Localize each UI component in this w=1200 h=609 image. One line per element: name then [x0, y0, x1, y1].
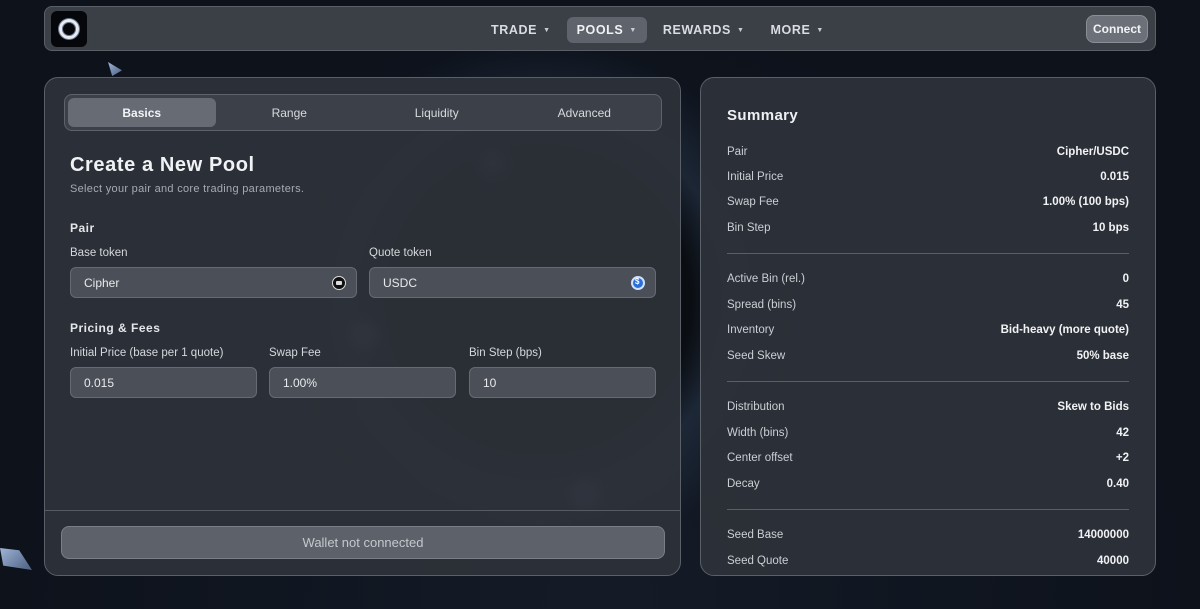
menu-rewards[interactable]: REWARDS ▼: [653, 17, 755, 43]
summary-value: 0.015: [1100, 171, 1129, 183]
logo-ring-icon: [59, 19, 79, 39]
summary-row: Decay 0.40: [727, 476, 1129, 492]
summary-value: 0.40: [1106, 478, 1129, 490]
summary-value: 40000: [1097, 555, 1129, 567]
summary-key: Bin Step: [727, 222, 771, 234]
summary-value: Bid-heavy (more quote): [1000, 324, 1129, 336]
swap-fee-label: Swap Fee: [269, 347, 321, 359]
summary-key: Seed Quote: [727, 555, 789, 567]
top-nav: TRADE ▼ POOLS ▼ REWARDS ▼ MORE ▼ Connect: [44, 6, 1156, 51]
summary-key: Distribution: [727, 401, 785, 413]
swap-fee-input[interactable]: 1.00%: [269, 367, 456, 398]
summary-row: Seed Base 14000000: [727, 527, 1129, 543]
summary-row: Active Bin (rel.) 0: [727, 271, 1129, 287]
base-token-select[interactable]: Cipher: [70, 267, 357, 298]
summary-key: Center offset: [727, 452, 793, 464]
summary-key: Pair: [727, 146, 748, 158]
summary-row: Inventory Bid-heavy (more quote): [727, 322, 1129, 338]
summary-row: Bin Step 10 bps: [727, 220, 1129, 236]
caret-down-icon: ▼: [543, 26, 551, 34]
initial-price-input[interactable]: 0.015: [70, 367, 257, 398]
summary-divider: [727, 509, 1129, 510]
summary-value: 45: [1116, 299, 1129, 311]
summary-value: Skew to Bids: [1057, 401, 1129, 413]
summary-value: 1.00% (100 bps): [1042, 196, 1129, 208]
summary-value: Cipher/USDC: [1056, 146, 1129, 158]
tab-range[interactable]: Range: [216, 98, 364, 127]
summary-value: 42: [1116, 427, 1129, 439]
app-logo[interactable]: [51, 11, 87, 47]
summary-key: Seed Base: [727, 529, 784, 541]
step-tabs: Basics Range Liquidity Advanced: [64, 94, 662, 131]
summary-title: Summary: [727, 107, 799, 124]
page-subtitle: Select your pair and core trading parame…: [70, 183, 305, 195]
quote-token-select[interactable]: USDC: [369, 267, 656, 298]
caret-down-icon: ▼: [736, 26, 745, 34]
usdc-token-icon: [631, 276, 645, 290]
summary-row: Seed Quote 40000: [727, 553, 1129, 569]
wallet-not-connected-button[interactable]: Wallet not connected: [61, 526, 665, 559]
summary-row: Width (bins) 42: [727, 425, 1129, 441]
summary-key: Width (bins): [727, 427, 789, 439]
tab-advanced[interactable]: Advanced: [511, 98, 659, 127]
pricing-section-title: Pricing & Fees: [70, 321, 161, 335]
tab-liquidity[interactable]: Liquidity: [363, 98, 511, 127]
connect-button[interactable]: Connect: [1086, 15, 1148, 43]
menu-rewards-label: REWARDS: [662, 23, 731, 37]
summary-row: Spread (bins) 45: [727, 297, 1129, 313]
summary-key: Seed Skew: [727, 350, 786, 362]
summary-key: Decay: [727, 478, 760, 490]
quote-token-value: USDC: [383, 275, 418, 290]
menu-trade-label: TRADE: [491, 23, 538, 37]
pair-section-title: Pair: [70, 221, 95, 235]
menu-trade[interactable]: TRADE ▼: [481, 17, 561, 43]
menu-more[interactable]: MORE ▼: [761, 17, 834, 43]
summary-key: Swap Fee: [727, 196, 779, 208]
create-pool-card: Basics Range Liquidity Advanced Create a…: [44, 77, 681, 576]
menu-pools[interactable]: POOLS ▼: [566, 17, 647, 43]
summary-value: 0: [1122, 273, 1129, 285]
base-token-value: Cipher: [84, 275, 120, 290]
bin-step-input[interactable]: 10: [469, 367, 656, 398]
caret-down-icon: ▼: [629, 26, 637, 34]
summary-row: Swap Fee 1.00% (100 bps): [727, 194, 1129, 210]
summary-key: Inventory: [727, 324, 775, 336]
summary-divider: [727, 381, 1129, 382]
summary-value: 10 bps: [1092, 222, 1129, 234]
tab-basics[interactable]: Basics: [68, 98, 216, 127]
summary-value: 14000000: [1077, 529, 1129, 541]
menu-pools-label: POOLS: [576, 23, 624, 37]
summary-row: Distribution Skew to Bids: [727, 399, 1129, 415]
summary-row: Seed Skew 50% base: [727, 348, 1129, 364]
summary-value: 50% base: [1076, 350, 1129, 362]
main-menu: TRADE ▼ POOLS ▼ REWARDS ▼ MORE ▼: [481, 17, 834, 43]
summary-row: Pair Cipher/USDC: [727, 144, 1129, 160]
summary-key: Initial Price: [727, 171, 784, 183]
footer-divider: [45, 510, 680, 511]
cipher-token-icon: [332, 276, 346, 290]
base-token-label: Base token: [70, 247, 128, 259]
summary-card: Summary Pair Cipher/USDC Initial Price 0.0…: [700, 77, 1156, 576]
quote-token-label: Quote token: [369, 247, 432, 259]
bin-step-label: Bin Step (bps): [469, 347, 542, 359]
summary-row: Center offset +2: [727, 450, 1129, 466]
summary-divider: [727, 253, 1129, 254]
menu-more-label: MORE: [770, 23, 811, 37]
initial-price-label: Initial Price (base per 1 quote): [70, 347, 224, 359]
summary-key: Active Bin (rel.): [727, 273, 805, 285]
summary-value: +2: [1115, 452, 1129, 464]
summary-row: Initial Price 0.015: [727, 169, 1129, 185]
summary-key: Spread (bins): [727, 299, 797, 311]
caret-down-icon: ▼: [816, 26, 824, 34]
page-title: Create a New Pool: [70, 154, 255, 176]
